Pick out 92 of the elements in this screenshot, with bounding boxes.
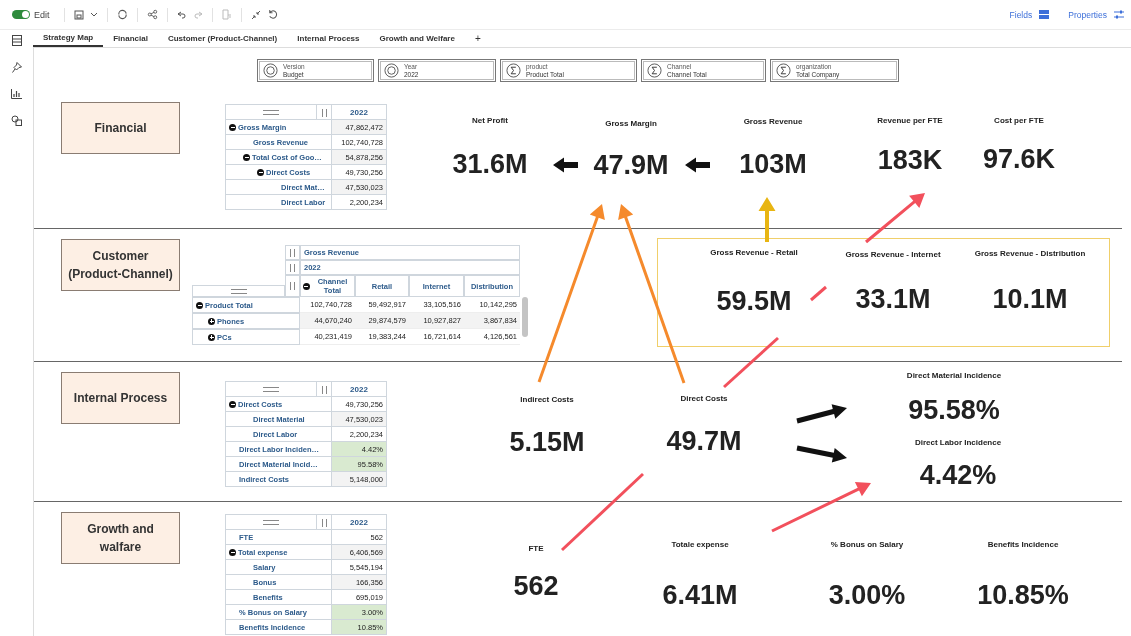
drag-handle-icon[interactable] [263, 520, 279, 525]
kpi-label: Revenue per FTE [877, 116, 943, 126]
column-handle-icon[interactable] [321, 108, 327, 117]
kpi-value: 10.85% [977, 584, 1069, 606]
minus-circle-icon[interactable] [229, 401, 236, 408]
pin-icon[interactable] [11, 62, 22, 73]
arrow [796, 445, 847, 463]
save-icon[interactable] [73, 9, 84, 20]
arrow [865, 193, 925, 244]
edit-label: Edit [34, 9, 50, 20]
kpi-value: 47.9M [593, 154, 669, 176]
kpi-label: Gross Revenue - Retail [710, 248, 798, 258]
kpi-label: Direct Material Incidence [906, 371, 1002, 381]
plus-circle-icon[interactable] [208, 317, 215, 325]
reset-icon[interactable] [266, 9, 278, 20]
sum-icon [647, 63, 662, 78]
add-tab-button[interactable]: + [464, 30, 491, 47]
member-icon [263, 63, 278, 78]
arrow [796, 404, 847, 424]
minus-circle-icon[interactable] [302, 282, 310, 290]
kpi-value: 95.58% [908, 399, 1000, 421]
kpi-value: 4.42% [919, 464, 997, 486]
kpi-label: Gross Revenue - Distribution [974, 249, 1086, 259]
tab[interactable]: Internal Process [287, 30, 370, 47]
kpi-value: 103M [739, 153, 807, 175]
tab[interactable]: Growth and Welfare [369, 30, 465, 47]
column-handle-icon[interactable] [321, 518, 327, 527]
share-icon[interactable] [146, 9, 158, 20]
perspective-label: Customer (Product-Channel) [61, 239, 180, 291]
kpi-label: % Bonus on Salary [830, 540, 904, 550]
perspective-label: Internal Process [61, 372, 180, 424]
scrollbar[interactable] [522, 297, 528, 337]
arrow [553, 157, 578, 173]
list-icon[interactable] [11, 35, 22, 46]
undo-icon[interactable] [176, 10, 187, 19]
kpi-value: 10.1M [992, 288, 1068, 310]
tab[interactable]: Financial [103, 30, 158, 47]
kpi-label: Totale expense [671, 540, 729, 550]
fields-link[interactable]: Fields [1009, 9, 1033, 20]
shapes-icon[interactable] [11, 115, 22, 126]
perspective-label: Financial [61, 102, 180, 154]
column-handle-icon[interactable] [290, 282, 295, 290]
kpi-label: Gross Revenue - Internet [845, 250, 941, 260]
sum-icon [506, 63, 521, 78]
collapse-icon[interactable] [250, 9, 261, 20]
kpi-value: 562 [513, 575, 559, 597]
tab[interactable]: Customer (Product-Channel) [157, 30, 288, 47]
column-header: 2022 [331, 104, 387, 120]
kpi-label: Net Profit [472, 116, 508, 126]
edit-toggle[interactable] [12, 10, 30, 19]
kpi-label: Cost per FTE [994, 116, 1044, 126]
kpi-label: Direct Labor Incidence [914, 438, 1002, 448]
sum-icon [776, 63, 791, 78]
minus-circle-icon[interactable] [229, 549, 236, 556]
kpi-value: 3.00% [828, 584, 906, 606]
minus-circle-icon[interactable] [257, 169, 264, 176]
caret-icon[interactable] [89, 11, 98, 18]
kpi-value: 6.41M [662, 584, 738, 606]
arrow [685, 157, 710, 173]
column-handle-icon[interactable] [321, 385, 327, 394]
minus-circle-icon[interactable] [243, 154, 250, 161]
plus-circle-icon[interactable] [208, 333, 215, 341]
perspective-label: Growth and walfare [61, 512, 180, 564]
tab[interactable]: Strategy Map [33, 30, 104, 47]
kpi-value: 49.7M [666, 430, 742, 452]
kpi-label: Gross Margin [605, 119, 657, 129]
bar-chart-icon[interactable] [11, 89, 22, 99]
sliders-icon[interactable] [1114, 10, 1124, 19]
minus-circle-icon[interactable] [229, 124, 236, 131]
kpi-label: FTE [528, 544, 544, 554]
kpi-value: 183K [877, 149, 943, 171]
kpi-label: Benefits Incidence [987, 540, 1059, 550]
member-icon [384, 63, 399, 78]
kpi-value: 59.5M [716, 290, 792, 312]
properties-link[interactable]: Properties [1068, 9, 1107, 20]
drag-handle-icon[interactable] [230, 288, 247, 294]
kpi-value: 33.1M [855, 288, 931, 310]
drag-handle-icon[interactable] [263, 387, 279, 392]
connector-line [723, 336, 779, 389]
minus-circle-icon[interactable] [196, 301, 203, 309]
kpi-value: 97.6K [982, 148, 1056, 170]
column-header: 2022 [331, 381, 387, 397]
connector-line [810, 285, 827, 302]
kpi-value: 31.6M [452, 153, 528, 175]
kpi-label: Gross Revenue [743, 117, 803, 127]
column-header: 2022 [331, 514, 387, 530]
kpi-label: Indirect Costs [520, 395, 574, 405]
kpi-label: Direct Costs [680, 394, 728, 404]
drag-handle-icon[interactable] [263, 110, 279, 115]
fields-icon[interactable] [1039, 10, 1050, 19]
arrow [758, 197, 776, 242]
kpi-value: 5.15M [509, 431, 585, 453]
